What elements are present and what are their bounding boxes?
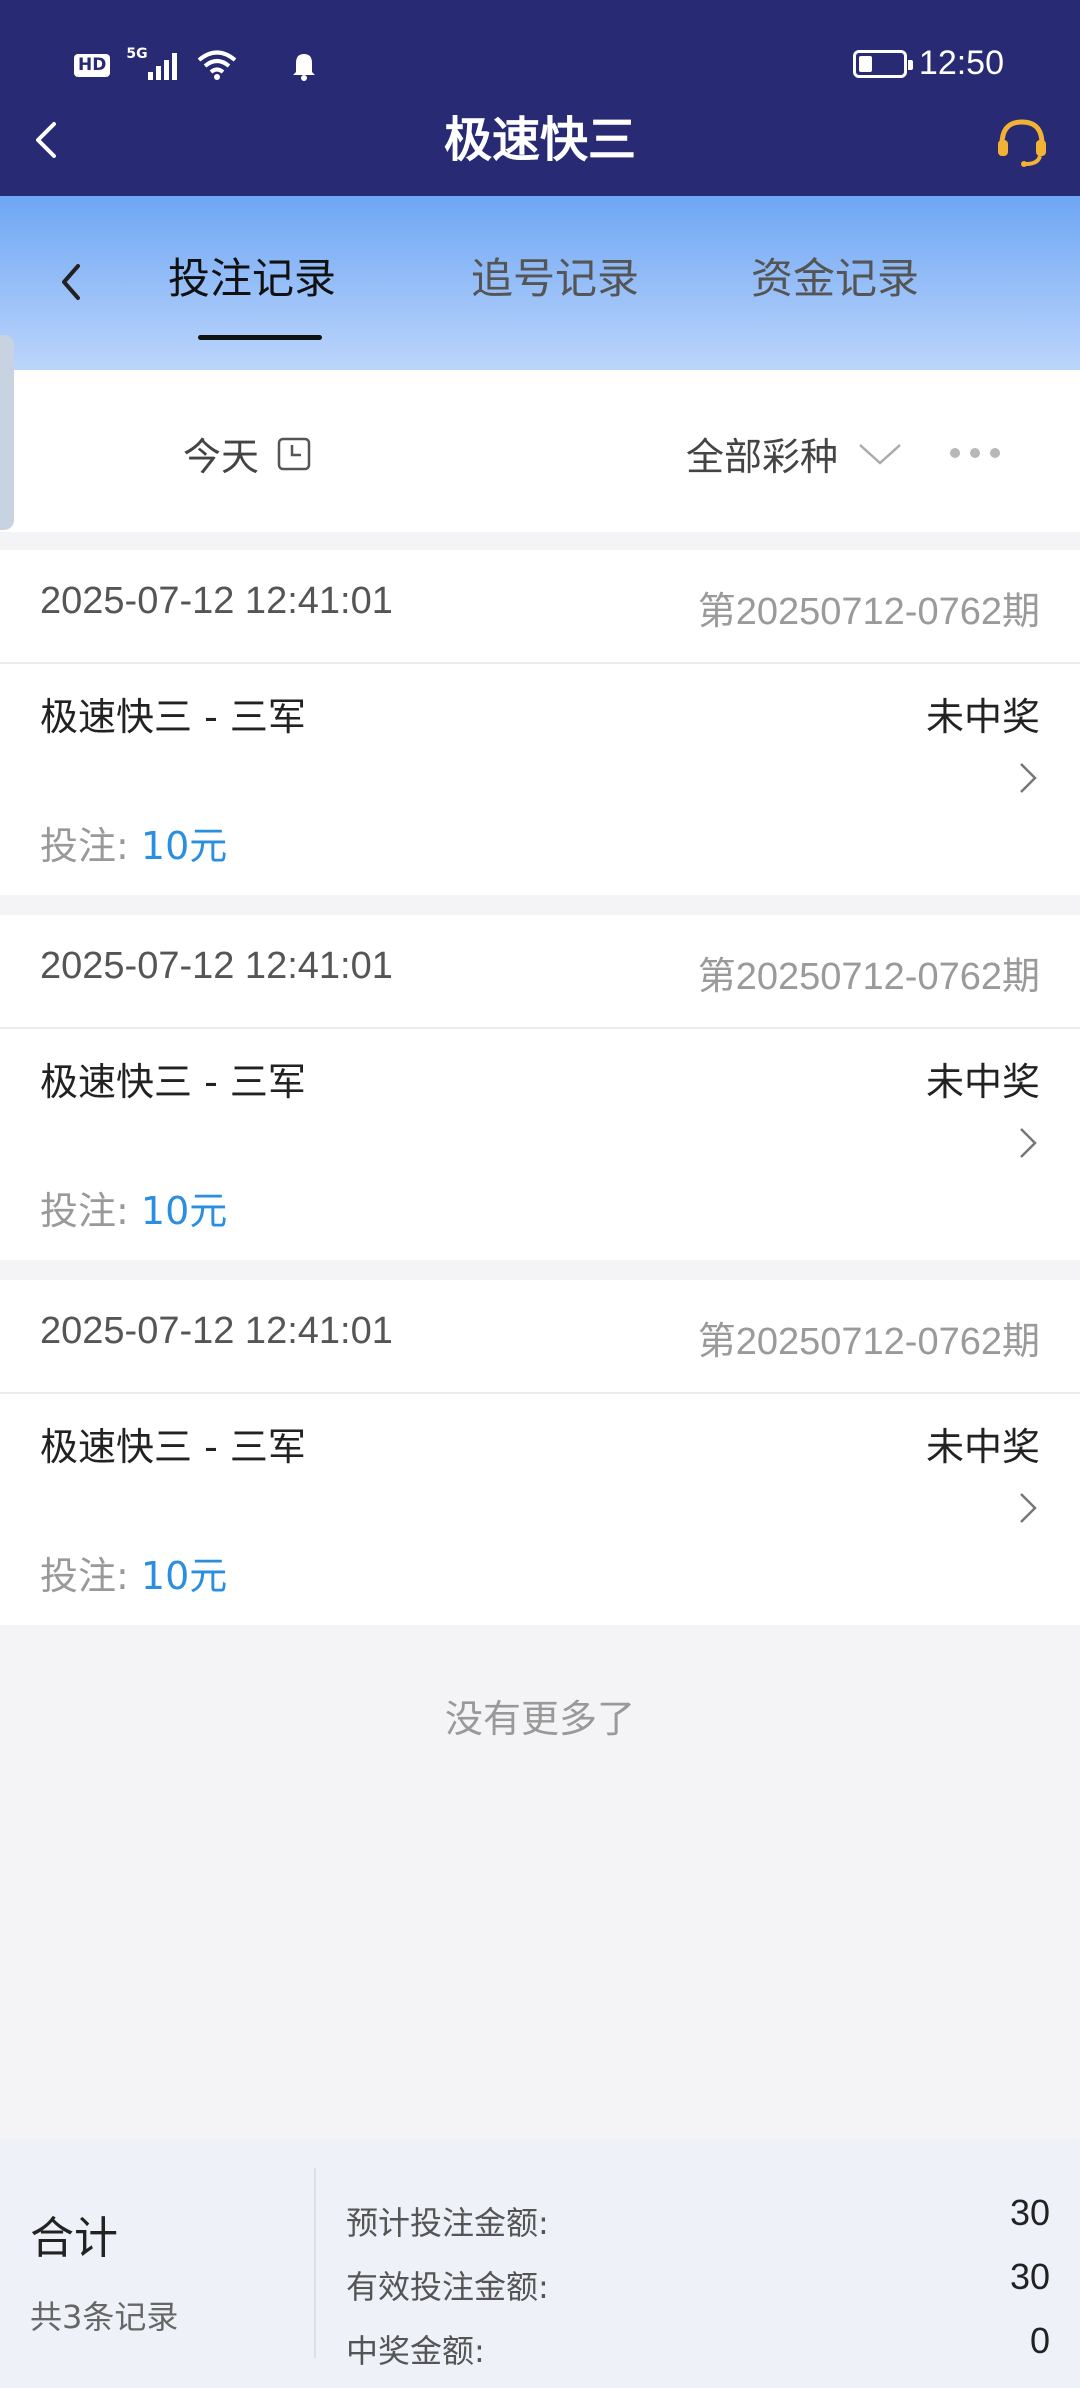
- clock-icon: [277, 437, 311, 470]
- valid-bet-value: 30: [1009, 2256, 1050, 2297]
- winning-amount-label: 中奖金额:: [346, 2332, 485, 2370]
- record-game: 极速快三 - 三军: [40, 1425, 306, 1469]
- winning-amount-value: 0: [1029, 2320, 1050, 2361]
- record-header: 2025-07-12 12:41:01 第20250712-0762期: [0, 550, 1080, 664]
- record-header: 2025-07-12 12:41:01 第20250712-0762期: [0, 915, 1080, 1029]
- tab-fund-records[interactable]: 资金记录: [751, 251, 919, 307]
- record-bet: 投注: 10元: [40, 1180, 227, 1235]
- battery-icon: [852, 49, 913, 78]
- summary-label: 合计: [30, 2213, 118, 2264]
- record-count: 共3条记录: [30, 2298, 179, 2336]
- summary-footer: 合计 共3条记录 预计投注金额: 30 有效投注金额: 30 中奖金额: 0: [0, 2138, 1080, 2388]
- record-period: 第20250712-0762期: [697, 1321, 1040, 1363]
- tab-chase-records[interactable]: 追号记录: [471, 251, 639, 307]
- date-filter-label: 今天: [183, 435, 260, 479]
- hd-icon: HD: [74, 53, 111, 77]
- clock: 12:50: [918, 44, 1004, 82]
- wifi-icon: [198, 50, 237, 80]
- record-time: 2025-07-12 12:41:01: [40, 945, 393, 987]
- bet-record-card[interactable]: 2025-07-12 12:41:01 第20250712-0762期 极速快三…: [0, 550, 1080, 895]
- page-title: 极速快三: [443, 112, 636, 168]
- notification-bell-icon: [293, 54, 316, 81]
- expected-bet-label: 预计投注金额:: [346, 2204, 549, 2242]
- status-icons-left: HD 5G: [74, 46, 321, 82]
- record-bet-amount: 10元: [140, 824, 228, 868]
- record-header: 2025-07-12 12:41:01 第20250712-0762期: [0, 1280, 1080, 1394]
- side-drawer-handle[interactable]: [0, 335, 14, 530]
- record-status: 未中奖: [925, 695, 1040, 739]
- record-bet: 投注: 10元: [40, 1545, 227, 1600]
- record-bet-amount: 10元: [140, 1554, 228, 1598]
- bet-record-card[interactable]: 2025-07-12 12:41:01 第20250712-0762期 极速快三…: [0, 915, 1080, 1260]
- back-icon[interactable]: [54, 258, 90, 306]
- chevron-right-icon: [1020, 763, 1037, 793]
- signal-icon: 5G: [126, 46, 178, 80]
- record-period: 第20250712-0762期: [697, 956, 1040, 998]
- record-time: 2025-07-12 12:41:01: [40, 580, 393, 622]
- record-bet-label: 投注:: [40, 824, 129, 868]
- record-period: 第20250712-0762期: [697, 591, 1040, 633]
- status-bar: HD 5G 12:50: [0, 0, 1080, 110]
- filter-bar: 今天 全部彩种: [0, 370, 1080, 532]
- record-status: 未中奖: [925, 1060, 1040, 1104]
- more-options-icon[interactable]: [950, 448, 1000, 458]
- record-bet-amount: 10元: [140, 1189, 228, 1233]
- record-tabs: 投注记录 追号记录 资金记录: [0, 196, 1080, 370]
- expected-bet-value: 30: [1009, 2192, 1050, 2233]
- record-bet-label: 投注:: [40, 1554, 129, 1598]
- valid-bet-label: 有效投注金额:: [346, 2268, 549, 2306]
- record-status: 未中奖: [925, 1425, 1040, 1469]
- record-game: 极速快三 - 三军: [40, 1060, 306, 1104]
- summary-divider: [314, 2168, 316, 2358]
- customer-service-icon[interactable]: [994, 114, 1050, 170]
- bet-record-card[interactable]: 2025-07-12 12:41:01 第20250712-0762期 极速快三…: [0, 1280, 1080, 1625]
- chevron-right-icon: [1020, 1128, 1037, 1158]
- record-bet-label: 投注:: [40, 1189, 129, 1233]
- record-time: 2025-07-12 12:41:01: [40, 1310, 393, 1352]
- chevron-down-icon: [859, 443, 901, 465]
- record-game: 极速快三 - 三军: [40, 695, 306, 739]
- chevron-right-icon: [1020, 1493, 1037, 1523]
- lottery-type-filter[interactable]: 全部彩种: [686, 426, 902, 481]
- status-icons-right: 12:50: [852, 44, 1004, 83]
- end-of-list-text: 没有更多了: [444, 1697, 635, 1741]
- active-tab-indicator: [198, 335, 322, 340]
- date-filter[interactable]: 今天: [183, 426, 311, 481]
- app-header: 极速快三: [0, 110, 1080, 196]
- lottery-type-label: 全部彩种: [686, 435, 839, 479]
- tab-bet-records[interactable]: 投注记录: [168, 251, 336, 307]
- record-bet: 投注: 10元: [40, 815, 227, 870]
